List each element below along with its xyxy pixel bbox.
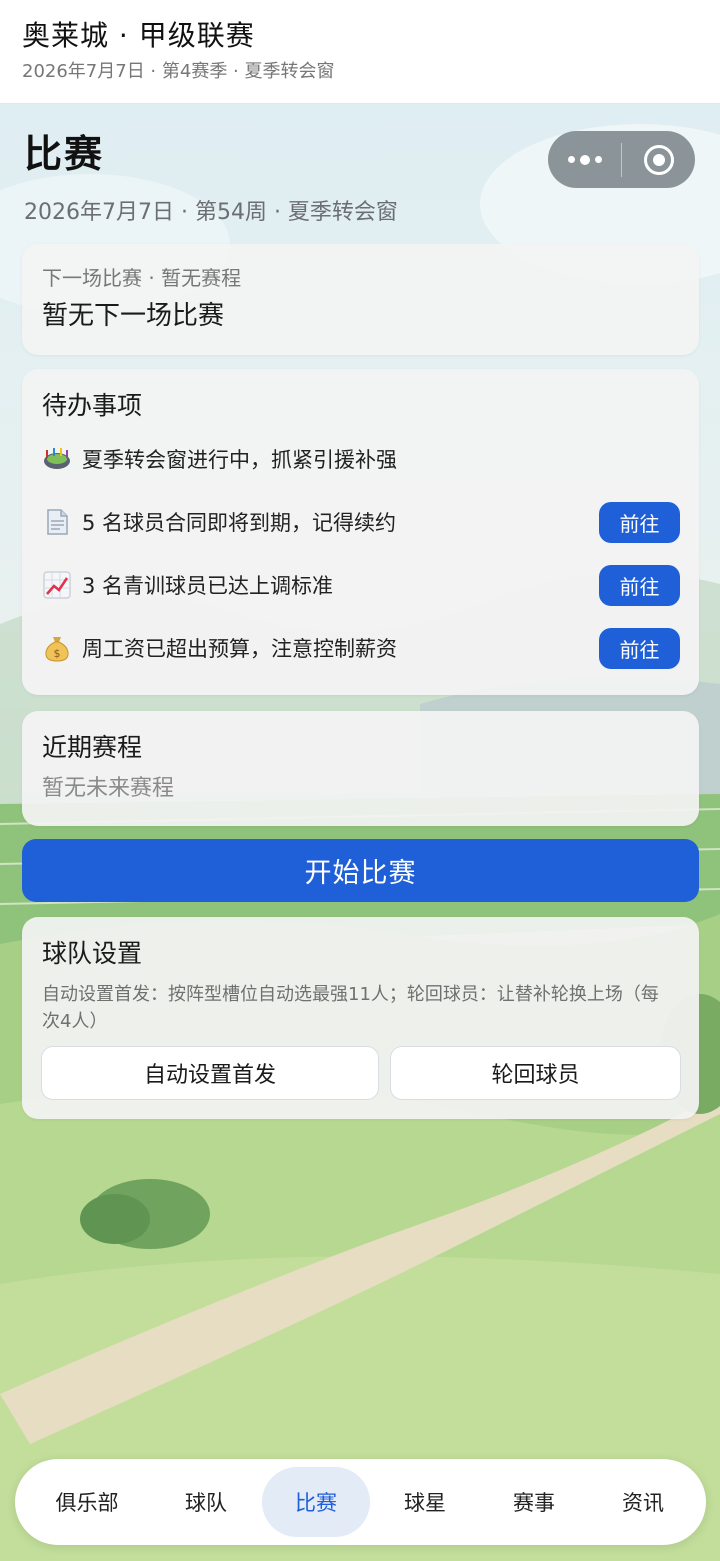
fixtures-title: 近期赛程 <box>42 733 143 762</box>
tab-club[interactable]: 俱乐部 <box>33 1467 141 1537</box>
app-header: 奥莱城 · 甲级联赛 2026年7月7日 · 第4赛季 · 夏季转会窗 <box>0 0 720 104</box>
page-subtitle: 2026年7月7日 · 第54周 · 夏季转会窗 <box>24 200 398 225</box>
tab-competitions[interactable]: 赛事 <box>480 1467 588 1537</box>
miniprogram-capsule <box>548 131 695 188</box>
next-match-card: 下一场比赛 · 暂无赛程 暂无下一场比赛 <box>22 244 699 355</box>
next-match-label: 下一场比赛 · 暂无赛程 <box>42 266 242 290</box>
svg-text:$: $ <box>54 647 61 660</box>
auto-lineup-button[interactable]: 自动设置首发 <box>41 1046 379 1100</box>
settings-buttons: 自动设置首发 轮回球员 <box>41 1046 681 1100</box>
settings-title: 球队设置 <box>42 939 143 968</box>
tab-team[interactable]: 球队 <box>152 1467 260 1537</box>
go-button-youth[interactable]: 前往 <box>599 564 680 606</box>
todo-item-contracts: 5 名球员合同即将到期，记得续约 前往 <box>42 501 680 543</box>
settings-description: 自动设置首发：按阵型槽位自动选最强11人；轮回球员：让替补轮换上场（每次4人） <box>42 984 659 1032</box>
todo-text: 5 名球员合同即将到期，记得续约 <box>82 511 397 535</box>
rotate-players-button[interactable]: 轮回球员 <box>390 1046 681 1100</box>
todo-text: 3 名青训球员已达上调标准 <box>82 574 334 598</box>
go-button-contracts[interactable]: 前往 <box>599 501 680 543</box>
tab-match[interactable]: 比赛 <box>262 1467 370 1537</box>
page-title: 比赛 <box>24 132 105 176</box>
todo-text: 夏季转会窗进行中，抓紧引援补强 <box>82 448 397 472</box>
bottom-tab-bar: 俱乐部 球队 比赛 球星 赛事 资讯 <box>15 1459 706 1545</box>
todo-text: 周工资已超出预算，注意控制薪资 <box>82 637 397 661</box>
money-bag-icon: $ <box>42 633 72 663</box>
tab-news[interactable]: 资讯 <box>589 1467 697 1537</box>
chart-up-icon <box>42 570 72 600</box>
todo-item-youth: 3 名青训球员已达上调标准 前往 <box>42 564 680 606</box>
go-button-wages[interactable]: 前往 <box>599 627 680 669</box>
stadium-icon <box>42 444 72 474</box>
todo-item-transfer: 夏季转会窗进行中，抓紧引援补强 <box>42 438 680 480</box>
fixtures-card: 近期赛程 暂无未来赛程 <box>22 711 699 826</box>
start-match-button[interactable]: 开始比赛 <box>22 839 699 902</box>
next-match-value: 暂无下一场比赛 <box>42 301 225 331</box>
league-title: 奥莱城 · 甲级联赛 <box>22 19 255 52</box>
league-subtitle: 2026年7月7日 · 第4赛季 · 夏季转会窗 <box>22 61 335 82</box>
todo-card: 待办事项 夏季转会窗进行中，抓紧引援补强 5 名球员合同即将到期，记得续约 前往 <box>22 369 699 695</box>
more-dots-icon[interactable] <box>548 131 621 188</box>
todo-title: 待办事项 <box>42 391 143 420</box>
fixtures-empty: 暂无未来赛程 <box>42 776 175 801</box>
todo-item-wages: $ 周工资已超出预算，注意控制薪资 前往 <box>42 627 680 669</box>
team-settings-card: 球队设置 自动设置首发：按阵型槽位自动选最强11人；轮回球员：让替补轮换上场（每… <box>22 917 699 1119</box>
document-icon <box>42 507 72 537</box>
target-icon[interactable] <box>622 131 695 188</box>
tab-stars[interactable]: 球星 <box>371 1467 479 1537</box>
